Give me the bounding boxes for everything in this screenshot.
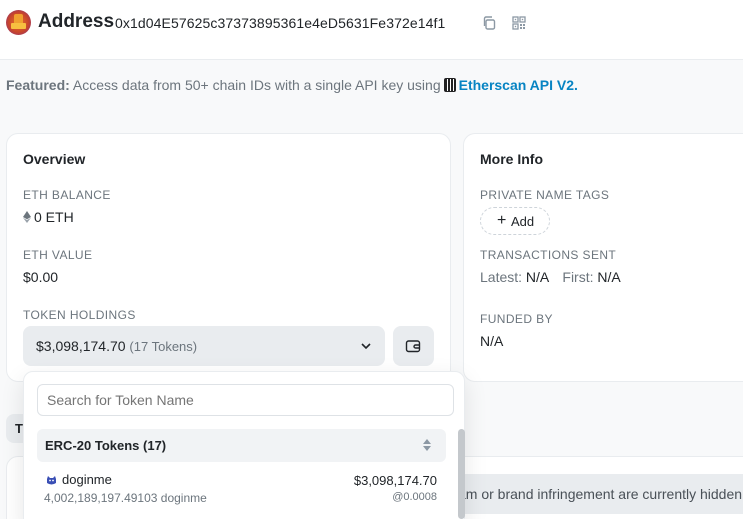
eth-balance-label: ETH BALANCE <box>23 188 111 202</box>
token-name[interactable]: doginme <box>62 472 112 487</box>
token-search-input[interactable] <box>37 384 454 416</box>
featured-text: Access data from 50+ chain IDs with a si… <box>72 77 441 93</box>
page-header: Address 0x1d04E57625c37373895361e4eD5631… <box>0 0 743 60</box>
sort-icon <box>423 439 431 451</box>
etherscan-api-link[interactable]: Etherscan API V2. <box>459 77 578 93</box>
eth-value-value: $0.00 <box>23 269 59 285</box>
doginme-token-icon <box>47 476 56 485</box>
transactions-sent-label: TRANSACTIONS SENT <box>480 248 617 262</box>
plus-icon: + <box>497 212 507 229</box>
token-count: (17 Tokens) <box>129 339 198 354</box>
address-hash: 0x1d04E57625c37373895361e4eD5631Fe372e14… <box>115 15 446 31</box>
address-avatar-icon <box>6 10 31 35</box>
funded-by-value: N/A <box>480 333 504 349</box>
transactions-sent-values: Latest: N/A First: N/A <box>480 269 621 285</box>
token-holdings-label: TOKEN HOLDINGS <box>23 308 136 322</box>
chevron-down-icon <box>361 343 371 350</box>
eth-icon <box>23 211 31 223</box>
api-logo-icon <box>443 78 456 92</box>
token-value: $3,098,174.70 <box>353 473 437 488</box>
page-title: Address <box>38 11 115 32</box>
copy-icon[interactable] <box>481 15 497 31</box>
hidden-tokens-notice: am or brand infringement are currently h… <box>455 474 743 514</box>
featured-banner: Featured: Access data from 50+ chain IDs… <box>6 77 578 93</box>
dropdown-scrollbar[interactable] <box>458 429 465 519</box>
wallet-icon <box>405 340 421 353</box>
wallet-button[interactable] <box>393 326 434 366</box>
add-name-tag-button[interactable]: + Add <box>480 207 550 235</box>
token-holdings-value: $3,098,174.70 (17 Tokens) <box>36 338 198 354</box>
more-info-title: More Info <box>480 151 543 167</box>
token-price: @0.0008 <box>392 491 437 503</box>
token-holdings-dropdown[interactable]: $3,098,174.70 (17 Tokens) <box>23 326 385 366</box>
latest-value: N/A <box>525 269 549 285</box>
token-dropdown-panel: ERC-20 Tokens (17) doginme 4,002,189,197… <box>23 371 465 519</box>
eth-balance-value: 0 ETH <box>23 209 74 225</box>
funded-by-label: FUNDED BY <box>480 312 553 326</box>
overview-title: Overview <box>23 151 86 167</box>
eth-value-label: ETH VALUE <box>23 248 93 262</box>
featured-label: Featured: <box>6 77 70 93</box>
token-balance: 4,002,189,197.49103 doginme <box>44 491 207 505</box>
private-name-tags-label: PRIVATE NAME TAGS <box>480 188 610 202</box>
erc20-group-header[interactable]: ERC-20 Tokens (17) <box>37 429 446 462</box>
first-value: N/A <box>597 269 621 285</box>
qr-code-icon[interactable] <box>511 15 527 31</box>
